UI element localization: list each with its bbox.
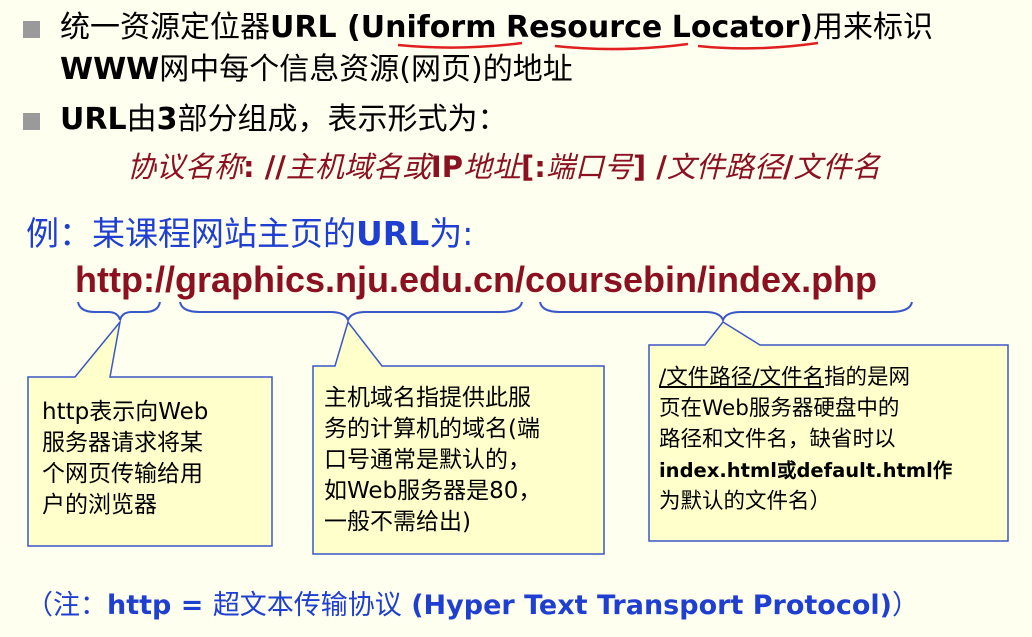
note-close: ） [892, 590, 920, 621]
note-eq: = [171, 590, 213, 621]
callout-protocol-text: http表示向Web 服务器请求将某 个网页传输给用 户的浏览器 [42, 397, 267, 521]
callout-line: 户的浏览器 [42, 492, 157, 518]
note-http: http [107, 590, 172, 621]
callout-line: 服务器请求将某 [42, 430, 203, 456]
callout-line: 为默认的文件名） [659, 489, 832, 514]
note-open: （注： [26, 590, 107, 621]
note-en: (Hyper Text Transport Protocol) [401, 590, 893, 621]
callout-line: 页在Web服务器硬盘中的 [659, 396, 900, 421]
callout-line: 口号通常是默认的， [324, 447, 531, 473]
callout-path-title: /文件路径/文件名 [659, 365, 824, 390]
underline-locator [697, 41, 819, 50]
callout-line: 路径和文件名，缺省时以 [659, 427, 896, 452]
callout-line: 如Web服务器是80， [324, 478, 542, 504]
brace-path [539, 301, 913, 323]
brace-protocol [77, 301, 161, 321]
brace-host [179, 301, 523, 323]
underline-resource [554, 42, 689, 51]
footnote: （注：http = 超文本传输协议 (Hyper Text Transport … [26, 590, 919, 622]
callout-line: 务的计算机的域名(端 [324, 416, 540, 442]
callout-line: 一般不需给出) [324, 509, 471, 535]
callout-host-text: 主机域名指提供此服 务的计算机的域名(端 口号通常是默认的， 如Web服务器是8… [324, 383, 604, 538]
note-cn: 超文本传输协议 [212, 590, 402, 621]
callout-line: /文件路径/文件名指的是网 [659, 362, 1004, 393]
callout-line: 个网页传输给用 [42, 461, 203, 487]
callout-line: index.html或default.html作 [659, 459, 953, 482]
callout-path-text: /文件路径/文件名指的是网 页在Web服务器硬盘中的 路径和文件名，缺省时以 i… [659, 362, 1004, 517]
underline-uniform [397, 41, 523, 49]
callout-line: 主机域名指提供此服 [324, 385, 531, 411]
annotation-overlay [27, 41, 1009, 555]
callout-path-line1-post: 指的是网 [824, 365, 911, 390]
callout-line: http表示向Web [42, 399, 209, 425]
